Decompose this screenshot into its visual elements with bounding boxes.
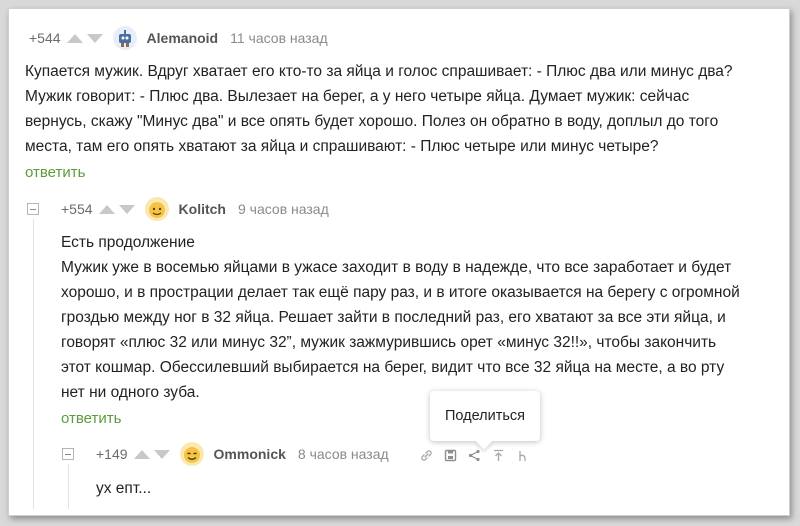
comment-line: этот кошмар. Обессилевший выбирается на …: [61, 359, 725, 376]
comment-text: Купается мужик. Вдруг хватает его кто-то…: [25, 59, 733, 159]
comment-tools: [419, 448, 529, 462]
downvote-icon[interactable]: [153, 449, 170, 459]
share-icon[interactable]: [467, 448, 481, 462]
comment-header: +544 Alemanoid 11 часов назад: [29, 26, 328, 50]
upvote-icon[interactable]: [98, 204, 115, 214]
comment-line: хорошо, и в прострации делает так ещё па…: [61, 284, 740, 301]
reply-link[interactable]: ответить: [61, 410, 121, 427]
avatar[interactable]: [144, 197, 169, 221]
comment-line: Мужик уже в восемью яйцами в ужасе заход…: [61, 259, 732, 276]
emoji-face-avatar-icon: [183, 447, 200, 463]
comment-rating: +554: [61, 201, 93, 217]
tooltip-label: Поделиться: [444, 408, 526, 424]
comment-line: вернусь, скажу "Минус два" и все опять б…: [25, 113, 719, 130]
save-icon[interactable]: [443, 448, 457, 462]
comment-time[interactable]: 11 часов назад: [230, 30, 328, 46]
comment-header: +554 Kolitch 9 часов назад: [61, 197, 329, 221]
scroll-up-icon[interactable]: [491, 448, 505, 462]
comment-line: Купается мужик. Вдруг хватает его кто-то…: [25, 63, 733, 80]
comment-header: +149 Ommonick 8 часов назад: [96, 442, 389, 466]
avatar[interactable]: [179, 442, 204, 466]
branch-icon[interactable]: [515, 448, 529, 462]
comment-line: говорят «плюс 32 или минус 32”, мужик за…: [61, 334, 717, 351]
comment-line: гроздью между ног в 32 яйца. Решает зайт…: [61, 309, 726, 326]
comment-line: Мужик говорит: - Плюс два. Вылезает на б…: [25, 88, 690, 105]
upvote-icon[interactable]: [133, 449, 150, 459]
comment-time[interactable]: 9 часов назад: [238, 201, 329, 217]
collapse-toggle[interactable]: [27, 203, 39, 215]
comment-time[interactable]: 8 часов назад: [298, 446, 389, 462]
comment-text: ух епт...: [96, 476, 151, 501]
emoji-face-avatar-icon: [148, 202, 165, 218]
robot-avatar-icon: [118, 30, 131, 47]
comment-line: нет ни одного зуба.: [61, 384, 200, 401]
avatar[interactable]: [112, 26, 137, 50]
thread-line[interactable]: [68, 464, 69, 509]
comment-rating: +544: [29, 30, 61, 46]
reply-link[interactable]: ответить: [25, 164, 85, 181]
downvote-icon[interactable]: [86, 33, 103, 43]
comment-line: места, там его опять хватают за яйца и с…: [25, 138, 659, 155]
thread-line[interactable]: [33, 219, 34, 509]
share-tooltip: Поделиться: [430, 391, 540, 441]
downvote-icon[interactable]: [118, 204, 135, 214]
link-icon[interactable]: [419, 448, 433, 462]
upvote-icon[interactable]: [66, 33, 83, 43]
comment-rating: +149: [96, 446, 128, 462]
collapse-toggle[interactable]: [62, 448, 74, 460]
comment-line: Есть продолжение: [61, 234, 195, 251]
comment-author[interactable]: Ommonick: [214, 446, 286, 462]
comment-author[interactable]: Alemanoid: [147, 30, 219, 46]
comment-line: ух епт...: [96, 480, 152, 497]
comments-panel: +544 Alemanoid 11 часов назад Купается м…: [8, 8, 790, 516]
comment-author[interactable]: Kolitch: [179, 201, 226, 217]
comment-text: Есть продолжение Мужик уже в восемью яйц…: [61, 230, 740, 405]
